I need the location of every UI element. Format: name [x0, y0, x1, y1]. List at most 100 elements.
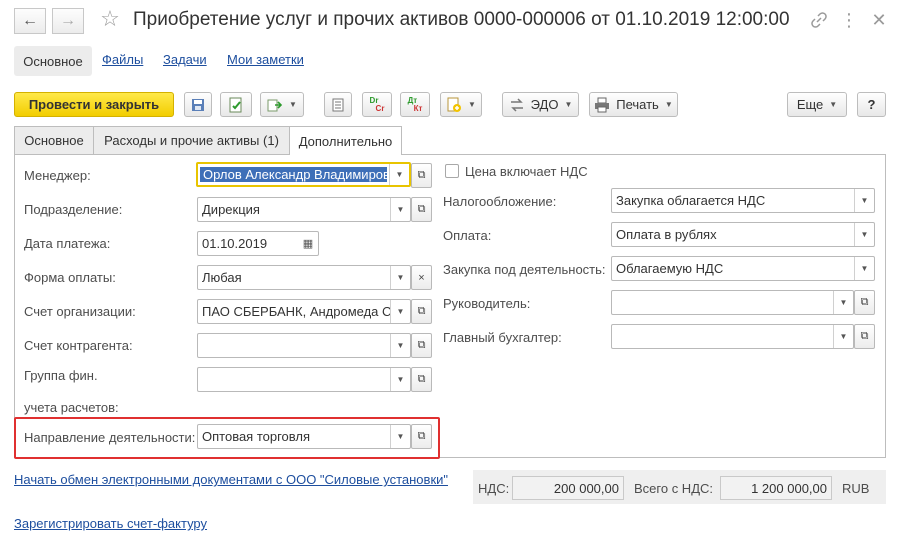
- floppy-disk-icon: [192, 98, 204, 111]
- open-icon: ⧉: [417, 305, 426, 317]
- printer-icon: [595, 97, 610, 112]
- activity-label: Направление деятельности:: [24, 430, 196, 445]
- section-nav-tasks[interactable]: Задачи: [163, 52, 207, 67]
- clear-pay-form-button[interactable]: ×: [411, 265, 432, 290]
- more-vertical-icon[interactable]: ⋮: [838, 9, 860, 31]
- more-button[interactable]: Еще ▼: [787, 92, 847, 117]
- pay-date-field[interactable]: 01.10.2019 ▦: [197, 231, 319, 256]
- vat-included-label: Цена включает НДС: [465, 164, 588, 179]
- open-icon: ⧉: [417, 169, 426, 181]
- document-add-icon: [447, 97, 462, 112]
- section-nav-files[interactable]: Файлы: [102, 52, 143, 67]
- open-fin-group-button[interactable]: ⧉: [411, 367, 432, 392]
- head-label: Руководитель:: [443, 296, 531, 311]
- clear-icon: ×: [418, 271, 425, 284]
- chevron-down-icon[interactable]: ▼: [390, 300, 410, 323]
- org-account-label: Счет организации:: [24, 304, 136, 319]
- star-icon[interactable]: ☆: [99, 6, 121, 31]
- help-button[interactable]: ?: [857, 92, 886, 117]
- chevron-down-icon[interactable]: ▼: [833, 291, 853, 314]
- chevron-down-icon[interactable]: ▼: [854, 223, 874, 246]
- chief-accountant-field[interactable]: ▼: [611, 324, 854, 349]
- register-invoice-link[interactable]: Зарегистрировать счет-фактуру: [14, 516, 207, 531]
- chevron-down-icon: ▼: [664, 100, 673, 109]
- fin-group-field[interactable]: ▼: [197, 367, 411, 392]
- vat-included-checkbox[interactable]: [445, 164, 459, 178]
- print-button[interactable]: Печать ▼: [589, 92, 678, 117]
- pay-form-field[interactable]: Любая ▼: [197, 265, 411, 290]
- open-icon: ⧉: [860, 296, 869, 308]
- chevron-down-icon[interactable]: ▼: [390, 198, 410, 221]
- section-nav-main[interactable]: Основное: [14, 46, 92, 76]
- open-department-button[interactable]: ⧉: [411, 197, 432, 222]
- department-label: Подразделение:: [24, 202, 123, 217]
- save-button[interactable]: [184, 92, 212, 117]
- tab-additional[interactable]: Дополнительно: [289, 126, 402, 155]
- dt-kt-icon: Дт Кт: [407, 95, 423, 113]
- manager-field[interactable]: Орлов Александр Владимиров ▼: [196, 162, 411, 187]
- open-activity-button[interactable]: ⧉: [411, 424, 432, 449]
- activity-field[interactable]: Оптовая торговля ▼: [197, 424, 411, 449]
- taxation-label: Налогообложение:: [443, 194, 557, 209]
- manager-label: Менеджер:: [24, 168, 91, 183]
- open-manager-button[interactable]: ⧉: [411, 163, 432, 188]
- pay-form-label: Форма оплаты:: [24, 270, 116, 285]
- payment-field[interactable]: Оплата в рублях ▼: [611, 222, 875, 247]
- window-title: Приобретение услуг и прочих активов 0000…: [133, 9, 790, 30]
- chevron-down-icon[interactable]: ▼: [833, 325, 853, 348]
- dr-cr-button[interactable]: Dr Cr: [362, 92, 392, 117]
- start-edo-link[interactable]: Начать обмен электронными документами с …: [14, 472, 448, 487]
- fin-group-label-line2: учета расчетов:: [24, 400, 119, 415]
- chevron-down-icon: ▼: [829, 100, 838, 109]
- list-icon: [332, 98, 344, 111]
- post-button[interactable]: [220, 92, 252, 117]
- chevron-down-icon[interactable]: ▼: [854, 189, 874, 212]
- open-chief-accountant-button[interactable]: ⧉: [854, 324, 875, 349]
- chevron-down-icon[interactable]: ▼: [854, 257, 874, 280]
- close-icon[interactable]: ✕: [868, 9, 890, 31]
- vat-label: НДС:: [478, 481, 510, 496]
- open-org-account-button[interactable]: ⧉: [411, 299, 432, 324]
- back-button[interactable]: ←: [14, 8, 46, 34]
- tab-expenses[interactable]: Расходы и прочие активы (1): [93, 126, 290, 154]
- contractor-account-field[interactable]: ▼: [197, 333, 411, 358]
- total-with-vat-label: Всего с НДС:: [634, 481, 714, 496]
- taxation-field[interactable]: Закупка облагается НДС ▼: [611, 188, 875, 213]
- chevron-down-icon: ▼: [564, 100, 573, 109]
- chevron-down-icon: ▼: [289, 100, 297, 109]
- link-icon[interactable]: [808, 9, 830, 31]
- open-icon: ⧉: [417, 430, 426, 442]
- open-icon: ⧉: [417, 373, 426, 385]
- open-contractor-account-button[interactable]: ⧉: [411, 333, 432, 358]
- open-icon: ⧉: [417, 339, 426, 351]
- chevron-down-icon[interactable]: ▼: [390, 425, 410, 448]
- purchase-activity-field[interactable]: Облагаемую НДС ▼: [611, 256, 875, 281]
- edo-button[interactable]: ЭДО ▼: [502, 92, 579, 117]
- section-nav-notes[interactable]: Мои заметки: [227, 52, 304, 67]
- vat-total-field: 200 000,00: [512, 476, 624, 500]
- tab-main[interactable]: Основное: [14, 126, 94, 154]
- chevron-down-icon[interactable]: ▼: [390, 266, 410, 289]
- purchase-activity-label: Закупка под деятельность:: [443, 262, 606, 277]
- open-icon: ⧉: [417, 203, 426, 215]
- head-field[interactable]: ▼: [611, 290, 854, 315]
- pay-date-label: Дата платежа:: [24, 236, 111, 251]
- post-document-icon: [229, 97, 242, 112]
- chevron-down-icon[interactable]: ▼: [390, 368, 410, 391]
- dt-kt-button[interactable]: Дт Кт: [400, 92, 430, 117]
- create-based-on-button[interactable]: ▼: [260, 92, 304, 117]
- forward-button[interactable]: →: [52, 8, 84, 34]
- chevron-down-icon[interactable]: ▼: [390, 334, 410, 357]
- calendar-icon[interactable]: ▦: [298, 232, 318, 255]
- attach-button[interactable]: ▼: [440, 92, 482, 117]
- arrow-left-icon: ←: [22, 12, 38, 29]
- open-head-button[interactable]: ⧉: [854, 290, 875, 315]
- edo-icon: [510, 97, 523, 112]
- post-and-close-button[interactable]: Провести и закрыть: [14, 92, 174, 117]
- journal-button[interactable]: [324, 92, 352, 117]
- chevron-down-icon[interactable]: ▼: [389, 164, 409, 185]
- create-based-on-icon: [267, 99, 283, 111]
- org-account-field[interactable]: ПАО СБЕРБАНК, Андромеда С ▼: [197, 299, 411, 324]
- contractor-account-label: Счет контрагента:: [24, 338, 133, 353]
- department-field[interactable]: Дирекция ▼: [197, 197, 411, 222]
